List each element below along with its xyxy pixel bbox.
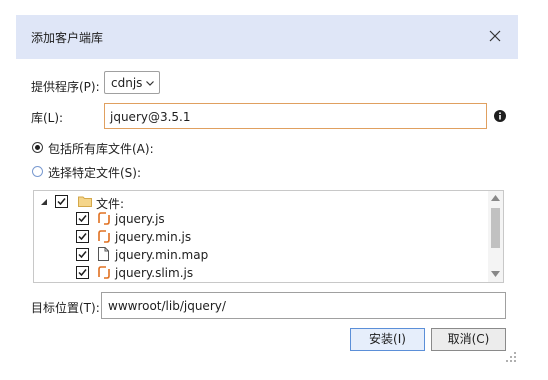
folder-icon	[78, 196, 92, 207]
choose-files-radio[interactable]	[32, 166, 43, 177]
file-label: jquery.min.map	[115, 248, 209, 262]
close-icon[interactable]	[486, 27, 504, 45]
scroll-up-icon[interactable]	[491, 195, 500, 201]
expand-arrow-icon[interactable]	[40, 198, 48, 206]
include-all-radio[interactable]	[32, 142, 43, 153]
file-checkbox[interactable]	[76, 212, 89, 225]
tree-folder-row[interactable]: 文件:	[34, 193, 489, 211]
js-file-icon	[98, 266, 110, 279]
resize-grip-icon[interactable]	[506, 352, 516, 362]
chevron-down-icon	[146, 81, 154, 86]
provider-select[interactable]: cdnjs	[104, 71, 160, 94]
tree-file-row[interactable]: jquery.min.js	[34, 228, 489, 246]
tree-file-row[interactable]: jquery.js	[34, 210, 489, 228]
info-icon[interactable]	[494, 110, 506, 122]
dialog-title: 添加客户端库	[31, 31, 104, 45]
include-all-label: 包括所有库文件(A):	[48, 142, 154, 156]
install-button[interactable]: 安装(I)	[350, 328, 425, 351]
js-file-icon	[98, 212, 110, 225]
library-input[interactable]: jquery@3.5.1	[104, 103, 487, 129]
map-file-icon	[98, 247, 109, 261]
provider-label: 提供程序(P):	[31, 80, 100, 94]
target-location-input[interactable]: wwwroot/lib/jquery/	[101, 292, 506, 319]
scroll-thumb[interactable]	[491, 208, 500, 248]
file-checkbox[interactable]	[76, 266, 89, 279]
tree-scrollbar[interactable]	[488, 191, 503, 282]
library-value: jquery@3.5.1	[110, 110, 191, 124]
file-checkbox[interactable]	[76, 230, 89, 243]
folder-checkbox[interactable]	[55, 195, 68, 208]
cancel-button[interactable]: 取消(C)	[431, 328, 506, 351]
provider-value: cdnjs	[111, 76, 143, 90]
file-tree[interactable]: 文件: jquery.js jquery.min.js jquery.min.m…	[33, 190, 504, 283]
scroll-down-icon[interactable]	[491, 271, 500, 277]
file-label: jquery.slim.js	[115, 266, 194, 280]
file-label: jquery.js	[115, 212, 165, 226]
library-label: 库(L):	[31, 111, 64, 125]
choose-files-label: 选择特定文件(S):	[48, 166, 142, 180]
file-label: jquery.min.js	[115, 230, 192, 244]
target-value: wwwroot/lib/jquery/	[108, 299, 226, 313]
js-file-icon	[98, 230, 110, 243]
dialog-titlebar: 添加客户端库	[16, 15, 518, 59]
target-label: 目标位置(T):	[31, 301, 100, 315]
file-checkbox[interactable]	[76, 248, 89, 261]
tree-file-row[interactable]: jquery.min.map	[34, 246, 489, 264]
tree-file-row[interactable]: jquery.slim.js	[34, 264, 489, 282]
